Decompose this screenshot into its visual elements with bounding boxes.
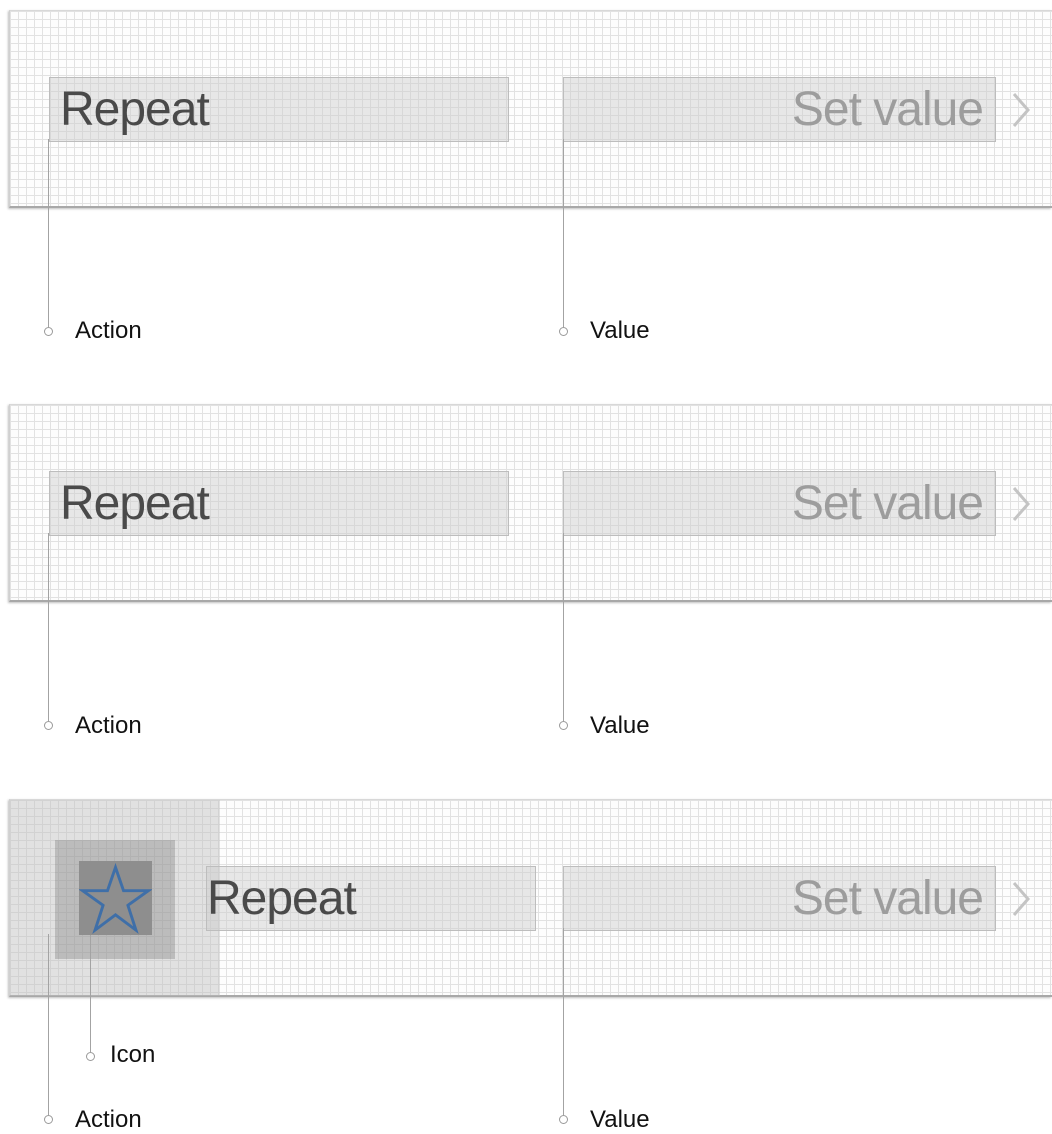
action-area: Repeat xyxy=(49,77,509,142)
table-cell-diagram-1: Repeat Set value xyxy=(9,10,1052,208)
action-text: Repeat xyxy=(207,872,357,925)
value-leader-dot xyxy=(559,721,568,730)
action-text: Repeat xyxy=(60,83,210,136)
value-label: Value xyxy=(590,712,650,739)
action-area: Repeat xyxy=(206,866,536,931)
value-leader-line xyxy=(563,533,564,721)
value-leader-line xyxy=(563,928,564,1115)
value-text: Set value xyxy=(791,872,984,925)
action-label: Action xyxy=(75,1106,142,1133)
action-leader-dot xyxy=(44,1115,53,1124)
chevron-right-icon xyxy=(1012,93,1030,127)
action-leader-dot xyxy=(44,327,53,336)
value-leader-dot xyxy=(559,1115,568,1124)
icon-leader-dot xyxy=(86,1052,95,1061)
value-area: Set value xyxy=(563,77,996,142)
action-leader-line xyxy=(48,533,49,721)
action-leader-line xyxy=(48,934,49,1115)
action-leader-dot xyxy=(44,721,53,730)
value-leader-dot xyxy=(559,327,568,336)
value-leader-line xyxy=(563,139,564,327)
value-area: Set value xyxy=(563,866,996,931)
value-text: Set value xyxy=(791,83,984,136)
table-cell-diagram-3: Repeat Set value xyxy=(9,799,1052,997)
action-label: Action xyxy=(75,712,142,739)
value-text: Set value xyxy=(791,477,984,530)
action-leader-line xyxy=(48,139,49,327)
star-icon xyxy=(79,862,152,935)
icon-leader-line xyxy=(90,935,91,1052)
chevron-right-icon xyxy=(1012,882,1030,916)
value-label: Value xyxy=(590,317,650,344)
action-text: Repeat xyxy=(60,477,210,530)
action-area: Repeat xyxy=(49,471,509,536)
value-area: Set value xyxy=(563,471,996,536)
chevron-right-icon xyxy=(1012,487,1030,521)
value-label: Value xyxy=(590,1106,650,1133)
table-cell-diagram-2: Repeat Set value xyxy=(9,404,1052,602)
icon-label: Icon xyxy=(110,1041,156,1068)
action-label: Action xyxy=(75,317,142,344)
